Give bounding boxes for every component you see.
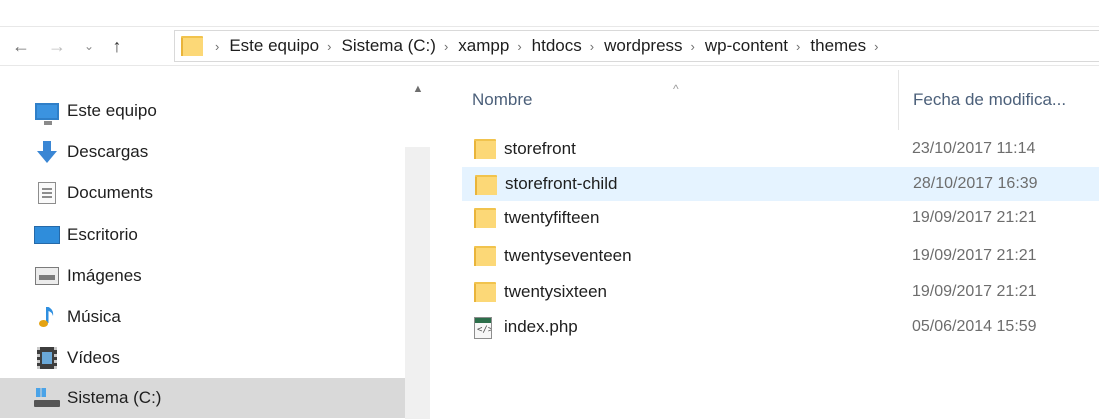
- file-row-storefront[interactable]: storefront 23/10/2017 11:14: [462, 132, 1099, 166]
- up-button[interactable]: ↑: [104, 33, 130, 59]
- sidebar-item-label: Vídeos: [67, 348, 120, 367]
- folder-icon: [474, 282, 496, 302]
- sidebar-item-imagenes[interactable]: Imágenes: [0, 256, 405, 296]
- sidebar-item-escritorio[interactable]: Escritorio: [0, 215, 405, 255]
- sidebar-item-documents[interactable]: Documents: [0, 173, 405, 213]
- breadcrumb-wordpress[interactable]: wordpress: [604, 36, 682, 56]
- address-bar[interactable]: › Este equipo › Sistema (C:) › xampp › h…: [174, 30, 1099, 62]
- breadcrumb-themes[interactable]: themes: [810, 36, 866, 56]
- computer-icon: [33, 99, 61, 125]
- sidebar-item-videos[interactable]: Vídeos: [0, 338, 405, 378]
- document-icon: [33, 181, 61, 205]
- forward-button[interactable]: →: [44, 33, 70, 59]
- file-name: storefront-child: [505, 174, 618, 193]
- column-header-label: Fecha de modifica...: [913, 90, 1067, 109]
- sidebar-item-label: Imágenes: [67, 266, 142, 285]
- file-name: twentysixteen: [504, 282, 607, 301]
- folder-icon: [474, 246, 496, 266]
- file-date: 19/09/2017 21:21: [912, 247, 1037, 264]
- file-date: 23/10/2017 11:14: [912, 140, 1036, 157]
- sidebar-item-label: Este equipo: [67, 101, 157, 120]
- folder-icon: [475, 175, 497, 195]
- breadcrumb-separator[interactable]: ›: [517, 39, 521, 54]
- navigation-bar: ← → ⌄ ↑ › Este equipo › Sistema (C:) › x…: [0, 26, 1099, 66]
- file-name: index.php: [504, 317, 578, 336]
- file-date: 05/06/2014 15:59: [912, 318, 1037, 335]
- sidebar-item-sistema-c[interactable]: Sistema (C:): [0, 378, 405, 418]
- folder-icon: [474, 208, 496, 228]
- breadcrumb-xampp[interactable]: xampp: [458, 36, 509, 56]
- sidebar-scrollbar[interactable]: [405, 147, 430, 419]
- file-name: storefront: [504, 139, 576, 158]
- sidebar-item-label: Descargas: [67, 142, 149, 161]
- breadcrumb-separator[interactable]: ›: [590, 39, 594, 54]
- file-name: twentyseventeen: [504, 246, 632, 265]
- up-arrow-icon: ↑: [112, 35, 122, 56]
- file-row-twentyseventeen[interactable]: twentyseventeen 19/09/2017 21:21: [462, 239, 1099, 273]
- breadcrumb-este-equipo[interactable]: Este equipo: [229, 36, 319, 56]
- music-icon: [33, 305, 61, 329]
- breadcrumb-htdocs[interactable]: htdocs: [532, 36, 582, 56]
- desktop-icon: [33, 223, 61, 247]
- file-date: 19/09/2017 21:21: [912, 283, 1037, 300]
- drive-icon: [33, 386, 61, 410]
- forward-arrow-icon: →: [48, 35, 66, 56]
- sidebar-item-label: Documents: [67, 183, 153, 202]
- sidebar-item-descargas[interactable]: Descargas: [0, 132, 405, 172]
- chevron-down-icon: ⌄: [83, 39, 95, 53]
- breadcrumb-separator[interactable]: ›: [691, 39, 695, 54]
- sidebar-item-label: Música: [67, 307, 121, 326]
- breadcrumb-separator[interactable]: ›: [874, 39, 878, 54]
- file-row-storefront-child[interactable]: storefront-child 28/10/2017 16:39: [462, 167, 1099, 201]
- php-file-icon: </>: [474, 317, 492, 339]
- sidebar-item-musica[interactable]: Música: [0, 297, 405, 337]
- column-header-name[interactable]: Nombre: [472, 70, 892, 130]
- file-date: 19/09/2017 21:21: [912, 209, 1037, 226]
- file-date: 28/10/2017 16:39: [913, 175, 1038, 192]
- file-row-twentysixteen[interactable]: twentysixteen 19/09/2017 21:21: [462, 275, 1099, 309]
- file-name: twentyfifteen: [504, 208, 600, 227]
- recent-locations-button[interactable]: ⌄: [82, 33, 96, 59]
- back-button[interactable]: ←: [8, 33, 34, 59]
- breadcrumb-separator[interactable]: ›: [796, 39, 800, 54]
- videos-icon: [33, 346, 61, 370]
- scroll-up-arrow-icon[interactable]: ▲: [410, 83, 426, 97]
- breadcrumb-separator[interactable]: ›: [444, 39, 448, 54]
- sidebar-item-este-equipo[interactable]: Este equipo: [0, 91, 405, 131]
- column-header-label: Nombre: [472, 90, 533, 109]
- sidebar-item-label: Sistema (C:): [67, 388, 162, 407]
- folder-icon: [181, 36, 203, 56]
- file-explorer-window: ← → ⌄ ↑ › Este equipo › Sistema (C:) › x…: [0, 0, 1099, 419]
- breadcrumb-separator[interactable]: ›: [215, 39, 219, 54]
- folder-icon: [474, 139, 496, 159]
- file-row-index-php[interactable]: </> index.php 05/06/2014 15:59: [462, 310, 1099, 344]
- download-icon: [33, 140, 61, 164]
- navigation-pane: ▲ Este equipo Descargas Documents Escrit…: [0, 67, 430, 419]
- sidebar-item-label: Escritorio: [67, 225, 138, 244]
- breadcrumb-sistema-c[interactable]: Sistema (C:): [341, 36, 435, 56]
- breadcrumb-wp-content[interactable]: wp-content: [705, 36, 788, 56]
- column-header-date-modified[interactable]: Fecha de modifica...: [898, 70, 1099, 130]
- pictures-icon: [33, 264, 61, 288]
- file-row-twentyfifteen[interactable]: twentyfifteen 19/09/2017 21:21: [462, 201, 1099, 235]
- breadcrumb-separator[interactable]: ›: [327, 39, 331, 54]
- back-arrow-icon: ←: [12, 35, 30, 56]
